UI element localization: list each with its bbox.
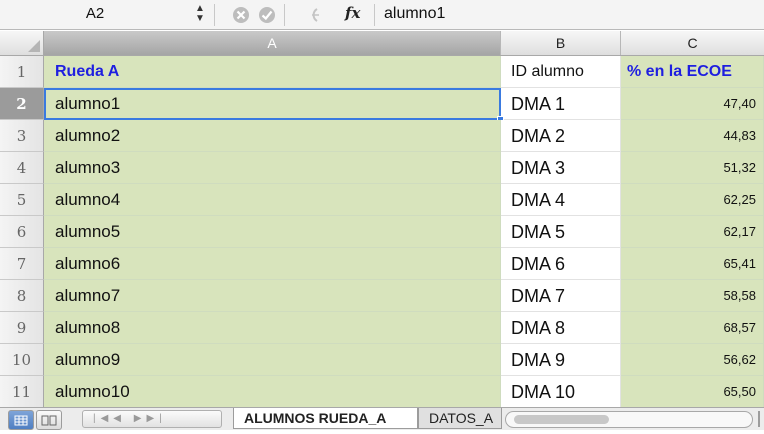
horizontal-scrollbar[interactable] [505, 411, 753, 428]
row-header[interactable]: 9 [0, 312, 44, 344]
fx-icon[interactable]: fx [345, 4, 360, 22]
page-layout-icon [41, 415, 57, 426]
row-header[interactable]: 11 [0, 376, 44, 408]
cell-id[interactable]: DMA 1 [501, 88, 621, 120]
formula-bar-divider [214, 4, 215, 26]
formula-bar-divider [374, 4, 375, 26]
cell-percent[interactable]: 51,32 [621, 152, 764, 184]
cell-id[interactable]: DMA 2 [501, 120, 621, 152]
scrollbar-thumb[interactable] [514, 415, 609, 424]
cell-name[interactable]: alumno10 [44, 376, 501, 408]
normal-view-button[interactable] [8, 410, 34, 430]
row-header[interactable]: 4 [0, 152, 44, 184]
cell-name[interactable]: alumno4 [44, 184, 501, 216]
cell-id[interactable]: DMA 8 [501, 312, 621, 344]
column-header-b[interactable]: B [501, 31, 621, 55]
cell-id[interactable]: DMA 9 [501, 344, 621, 376]
column-header-row: A B C [0, 31, 764, 56]
table-row: 8 alumno7 DMA 7 58,58 [0, 280, 764, 312]
cell-id[interactable]: DMA 7 [501, 280, 621, 312]
table-header-row: 1 Rueda A ID alumno % en la ECOE [0, 56, 764, 88]
insert-function-icon[interactable] [304, 5, 324, 25]
cell-id[interactable]: DMA 5 [501, 216, 621, 248]
header-cell-id[interactable]: ID alumno [501, 56, 621, 88]
split-handle[interactable] [758, 411, 760, 427]
cell-percent[interactable]: 47,40 [621, 88, 764, 120]
cell-percent[interactable]: 65,50 [621, 376, 764, 408]
table-row: 10 alumno9 DMA 9 56,62 [0, 344, 764, 376]
row-header[interactable]: 3 [0, 120, 44, 152]
table-row: 3 alumno2 DMA 2 44,83 [0, 120, 764, 152]
row-header[interactable]: 5 [0, 184, 44, 216]
row-header[interactable]: 8 [0, 280, 44, 312]
sheet-tab-alumnos-rueda-a[interactable]: ALUMNOS RUEDA_A [233, 408, 418, 429]
cell-name[interactable]: alumno7 [44, 280, 501, 312]
column-header-c[interactable]: C [621, 31, 764, 55]
table-row: 11 alumno10 DMA 10 65,50 [0, 376, 764, 408]
cell-percent[interactable]: 56,62 [621, 344, 764, 376]
row-header[interactable]: 1 [0, 56, 44, 88]
column-header-a[interactable]: A [44, 31, 501, 55]
name-box[interactable]: A2 [0, 3, 190, 25]
cell-name[interactable]: alumno6 [44, 248, 501, 280]
cell-id[interactable]: DMA 6 [501, 248, 621, 280]
cell-percent[interactable]: 65,41 [621, 248, 764, 280]
sheet-tab-datos-a[interactable]: DATOS_A [418, 408, 502, 429]
cancel-icon[interactable] [231, 5, 251, 25]
row-header[interactable]: 7 [0, 248, 44, 280]
sheet-tab-bar: |◀◀ ▶▶| ALUMNOS RUEDA_A DATOS_A [0, 407, 764, 430]
cell-id[interactable]: DMA 4 [501, 184, 621, 216]
cell-percent[interactable]: 68,57 [621, 312, 764, 344]
cell-id[interactable]: DMA 10 [501, 376, 621, 408]
table-row: 4 alumno3 DMA 3 51,32 [0, 152, 764, 184]
cell-percent[interactable]: 62,17 [621, 216, 764, 248]
cell-name[interactable]: alumno1 [44, 88, 501, 120]
name-box-stepper-icon[interactable]: ▲ ▼ [195, 4, 205, 24]
cell-id[interactable]: DMA 3 [501, 152, 621, 184]
formula-bar-divider [284, 4, 285, 26]
table-row: 7 alumno6 DMA 6 65,41 [0, 248, 764, 280]
select-all-corner[interactable] [0, 31, 44, 55]
cell-name[interactable]: alumno8 [44, 312, 501, 344]
header-cell-rueda[interactable]: Rueda A [44, 56, 501, 88]
confirm-icon[interactable] [257, 5, 277, 25]
grid-view-icon [14, 415, 28, 426]
cell-percent[interactable]: 58,58 [621, 280, 764, 312]
sheet-navigation-arrows[interactable]: |◀◀ ▶▶| [82, 410, 222, 428]
cell-name[interactable]: alumno3 [44, 152, 501, 184]
row-header[interactable]: 2 [0, 88, 44, 120]
table-row: 9 alumno8 DMA 8 68,57 [0, 312, 764, 344]
table-row: 6 alumno5 DMA 5 62,17 [0, 216, 764, 248]
cell-name[interactable]: alumno2 [44, 120, 501, 152]
header-cell-percent[interactable]: % en la ECOE [621, 56, 764, 88]
row-header[interactable]: 10 [0, 344, 44, 376]
cell-name[interactable]: alumno9 [44, 344, 501, 376]
page-layout-view-button[interactable] [36, 410, 62, 430]
select-all-icon [28, 40, 40, 52]
table-row: 5 alumno4 DMA 4 62,25 [0, 184, 764, 216]
formula-input[interactable]: alumno1 [384, 3, 754, 25]
cell-name[interactable]: alumno5 [44, 216, 501, 248]
cell-percent[interactable]: 44,83 [621, 120, 764, 152]
formula-bar: A2 ▲ ▼ fx alumno1 [0, 0, 764, 30]
row-header[interactable]: 6 [0, 216, 44, 248]
cell-percent[interactable]: 62,25 [621, 184, 764, 216]
table-row: 2 alumno1 DMA 1 47,40 [0, 88, 764, 123]
